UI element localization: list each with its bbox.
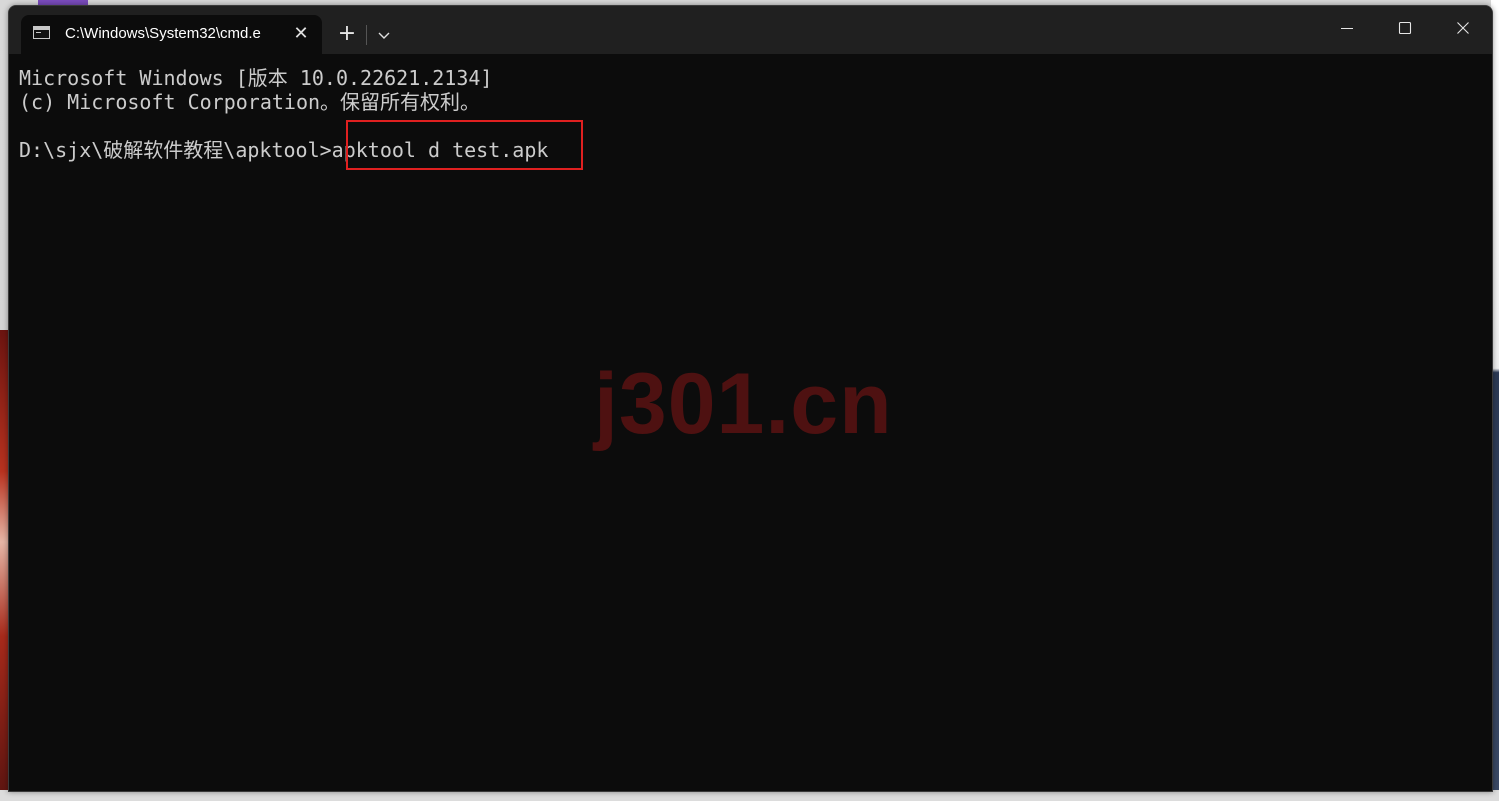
tab-divider [366,25,367,45]
close-icon: ✕ [293,23,309,44]
new-tab-button[interactable]: + [333,21,361,49]
console-prompt: D:\sjx\破解软件教程\apktool> [19,138,332,162]
console-line-version: Microsoft Windows [版本 10.0.22621.2134] [19,66,493,90]
minimize-icon [1341,27,1353,30]
terminal-window: C:\Windows\System32\cmd.e ✕ + Microsoft … [8,5,1493,792]
plus-icon: + [337,21,357,46]
close-window-button[interactable] [1434,6,1492,50]
console-line-command: D:\sjx\破解软件教程\apktool>apktool d test.apk [19,138,548,162]
desktop: C:\Windows\System32\cmd.e ✕ + Microsoft … [0,0,1499,801]
minimize-button[interactable] [1318,6,1376,50]
console-output[interactable]: Microsoft Windows [版本 10.0.22621.2134] (… [9,54,1492,791]
tab-cmd[interactable]: C:\Windows\System32\cmd.e ✕ [21,15,322,54]
tab-close-button[interactable]: ✕ [289,22,313,46]
maximize-button[interactable] [1376,6,1434,50]
console-line-copyright: (c) Microsoft Corporation。保留所有权利。 [19,90,481,114]
cmd-icon [33,26,50,39]
close-window-icon [1457,22,1469,34]
maximize-icon [1398,21,1412,35]
tab-title: C:\Windows\System32\cmd.e [65,25,261,42]
chevron-down-icon [378,32,390,39]
watermark: j301.cn [594,356,893,452]
title-bar[interactable]: C:\Windows\System32\cmd.e ✕ + [9,6,1492,54]
console-command: apktool d test.apk [331,138,549,162]
tab-dropdown-button[interactable] [371,22,397,48]
